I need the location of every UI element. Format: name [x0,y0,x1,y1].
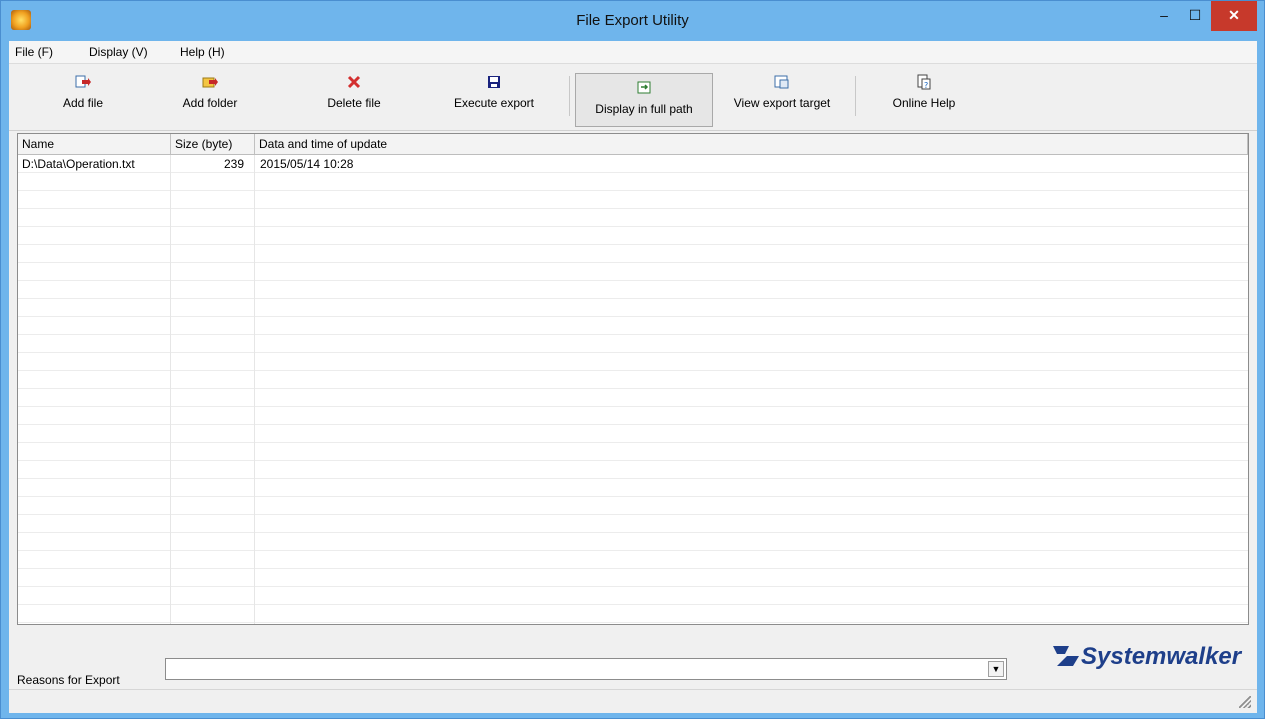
resize-grip-icon[interactable] [1239,696,1251,708]
menu-display[interactable]: Display (V) [89,45,148,59]
view-export-target-button[interactable]: View export target [717,74,847,124]
column-header-name[interactable]: Name [18,134,171,154]
row-name: D:\Data\Operation.txt [22,157,135,171]
reason-label: Reasons for Export [17,673,120,687]
title-bar[interactable]: File Export Utility – ☐ ✕ [1,1,1264,41]
view-target-icon [774,74,790,90]
add-folder-icon [202,74,218,90]
column-header-size[interactable]: Size (byte) [171,134,255,154]
delete-icon [346,74,362,90]
file-list-header: Name Size (byte) Data and time of update [18,134,1248,155]
toolbar: Add file Add folder Delete file Execute … [9,64,1257,131]
add-file-icon [75,74,91,90]
add-file-button[interactable]: Add file [43,74,123,124]
maximize-button[interactable]: ☐ [1180,1,1210,31]
save-icon [486,74,502,90]
column-header-updated[interactable]: Data and time of update [255,134,1248,154]
export-panel: Reasons for Export ▼ Systemwalker [17,633,1247,689]
menu-help[interactable]: Help (H) [180,45,225,59]
close-button[interactable]: ✕ [1211,1,1257,31]
online-help-button[interactable]: ? Online Help [879,74,969,124]
main-window: File Export Utility – ☐ ✕ File (F) Displ… [0,0,1265,719]
column-divider [170,155,171,624]
svg-text:?: ? [924,81,928,90]
file-list[interactable]: Name Size (byte) Data and time of update… [17,133,1249,625]
execute-export-button[interactable]: Execute export [439,74,549,124]
window-title: File Export Utility [576,12,689,29]
systemwalker-logo-mark [1053,646,1079,666]
status-bar [9,689,1257,713]
table-row[interactable]: D:\Data\Operation.txt 239 2015/05/14 10:… [18,155,1248,173]
delete-file-button[interactable]: Delete file [309,74,399,124]
row-updated: 2015/05/14 10:28 [260,157,354,171]
column-divider [254,155,255,624]
toolbar-separator [855,76,856,116]
chevron-down-icon[interactable]: ▼ [988,661,1004,677]
menu-file[interactable]: File (F) [15,45,53,59]
logo-text: Systemwalker [1081,643,1242,670]
systemwalker-logo: Systemwalker [1047,643,1241,671]
menu-bar: File (F) Display (V) Help (H) [9,41,1257,64]
minimize-button[interactable]: – [1149,1,1179,31]
file-list-body: D:\Data\Operation.txt 239 2015/05/14 10:… [18,155,1248,624]
client-area: File (F) Display (V) Help (H) Add file A… [9,41,1257,713]
reason-combobox[interactable]: ▼ [165,658,1007,680]
row-size: 239 [223,157,244,171]
full-path-icon [636,80,652,96]
help-icon: ? [916,74,932,90]
add-folder-button[interactable]: Add folder [165,74,255,124]
display-full-path-button[interactable]: Display in full path [575,73,713,127]
toolbar-separator [569,76,570,116]
